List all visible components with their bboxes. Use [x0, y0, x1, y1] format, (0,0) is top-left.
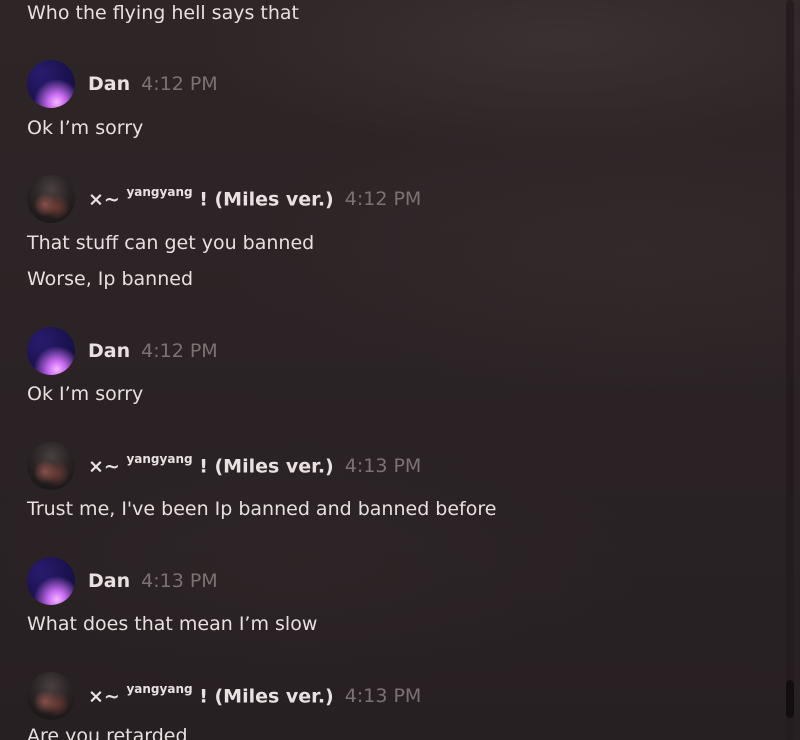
- message-text: Ok I’m sorry: [27, 117, 144, 139]
- scrollbar[interactable]: [786, 0, 794, 740]
- author-name-superscript: yangyang: [126, 682, 193, 697]
- message-text: What does that mean I’m slow: [27, 613, 318, 635]
- avatar[interactable]: [27, 672, 75, 720]
- avatar[interactable]: [27, 557, 75, 605]
- author-name[interactable]: Dan: [88, 73, 130, 95]
- author-name-prefix: ×~: [88, 188, 120, 211]
- author-name-superscript: yangyang: [126, 185, 193, 200]
- message-text: Worse, Ip banned: [27, 268, 194, 290]
- scrollbar-thumb[interactable]: [786, 680, 794, 718]
- timestamp: 4:13 PM: [141, 570, 218, 592]
- timestamp: 4:13 PM: [344, 455, 422, 477]
- message-text: Are you retarded: [27, 725, 188, 740]
- message-text: Ok I’m sorry: [27, 383, 144, 405]
- message-text: That stuff can get you banned: [27, 232, 315, 254]
- avatar[interactable]: [27, 60, 75, 108]
- author-name[interactable]: Dan: [88, 340, 130, 362]
- message-header: Dan 4:13 PM: [27, 557, 218, 605]
- message-header: ×~ yangyang ! (Miles ver.) 4:13 PM: [27, 672, 421, 720]
- author-name[interactable]: ×~ yangyang ! (Miles ver.): [88, 185, 334, 211]
- timestamp: 4:12 PM: [141, 340, 218, 362]
- timestamp: 4:12 PM: [141, 73, 218, 95]
- author-name-superscript: yangyang: [126, 452, 193, 467]
- author-name-prefix: ×~: [88, 455, 120, 478]
- timestamp: 4:13 PM: [344, 685, 422, 707]
- author-name-suffix: ! (Miles ver.): [199, 188, 334, 211]
- timestamp: 4:12 PM: [344, 188, 422, 210]
- avatar[interactable]: [27, 442, 75, 490]
- author-name[interactable]: ×~ yangyang ! (Miles ver.): [88, 682, 334, 708]
- author-name-suffix: ! (Miles ver.): [199, 685, 334, 708]
- author-name[interactable]: Dan: [88, 570, 130, 592]
- message-header: Dan 4:12 PM: [27, 327, 218, 375]
- avatar[interactable]: [27, 327, 75, 375]
- message-header: Dan 4:12 PM: [27, 60, 218, 108]
- author-name-suffix: ! (Miles ver.): [199, 455, 334, 478]
- avatar[interactable]: [27, 175, 75, 223]
- chat-view: Who the flying hell says that Dan 4:12 P…: [0, 0, 800, 740]
- message-header: ×~ yangyang ! (Miles ver.) 4:13 PM: [27, 442, 421, 490]
- author-name[interactable]: ×~ yangyang ! (Miles ver.): [88, 452, 334, 478]
- message-text: Trust me, I've been Ip banned and banned…: [27, 498, 497, 520]
- message-header: ×~ yangyang ! (Miles ver.) 4:12 PM: [27, 175, 421, 223]
- message-text: Who the flying hell says that: [27, 2, 299, 24]
- author-name-prefix: ×~: [88, 685, 120, 708]
